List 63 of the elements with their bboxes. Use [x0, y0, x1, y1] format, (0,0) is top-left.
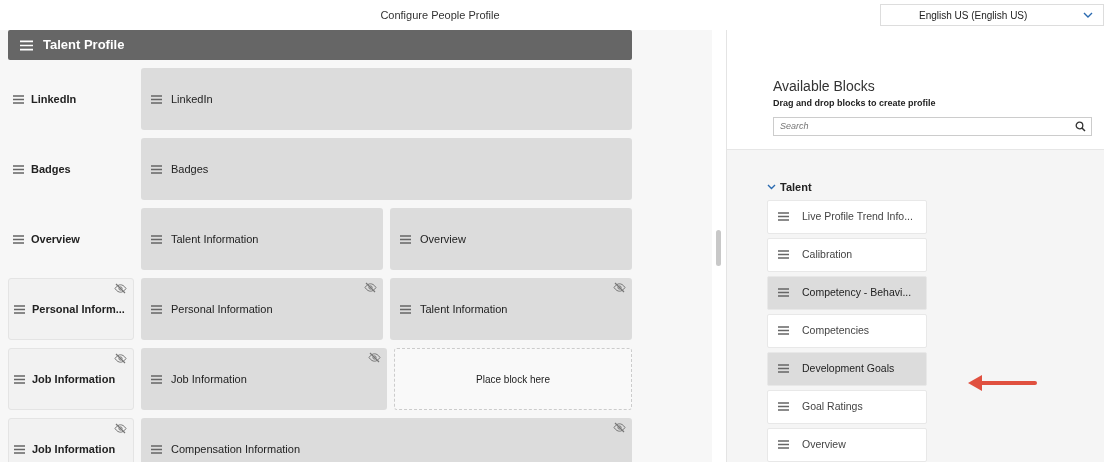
profile-block[interactable]: Compensation Information: [141, 418, 632, 462]
drag-handle-icon[interactable]: [151, 234, 162, 244]
pointer-arrow: [967, 374, 1037, 393]
hidden-icon[interactable]: [114, 423, 127, 434]
row-label[interactable]: Job Information: [8, 418, 134, 462]
drag-handle-icon[interactable]: [778, 250, 789, 259]
drag-handle-icon[interactable]: [400, 234, 411, 244]
block-item[interactable]: Development Goals: [767, 351, 927, 386]
drag-handle-icon[interactable]: [14, 444, 25, 454]
row-label[interactable]: LinkedIn: [8, 68, 134, 130]
drag-handle-icon[interactable]: [14, 374, 25, 384]
scrollbar[interactable]: [716, 230, 721, 266]
block-item[interactable]: Live Profile Trend Info...: [767, 199, 927, 234]
profile-block[interactable]: LinkedIn: [141, 68, 632, 130]
hidden-icon[interactable]: [114, 353, 127, 364]
page-title: Configure People Profile: [380, 7, 500, 23]
drag-handle-icon[interactable]: [13, 234, 24, 244]
profile-block[interactable]: Job Information: [141, 348, 387, 410]
profile-block[interactable]: Personal Information: [141, 278, 383, 340]
panel-title: Available Blocks: [773, 77, 876, 96]
drag-handle-icon[interactable]: [14, 304, 25, 314]
search-field[interactable]: Search: [773, 116, 1092, 136]
hidden-icon[interactable]: [613, 422, 626, 433]
row-label[interactable]: Personal Inform...: [8, 278, 134, 340]
panel-subtitle: Drag and drop blocks to create profile: [773, 97, 937, 110]
drag-handle-icon[interactable]: [151, 374, 162, 384]
group-toggle[interactable]: Talent: [767, 179, 927, 196]
row-label[interactable]: Badges: [8, 138, 134, 200]
hidden-icon[interactable]: [613, 282, 626, 293]
row-label[interactable]: Overview: [8, 208, 134, 270]
profile-block[interactable]: Talent Information: [390, 278, 632, 340]
drag-handle-icon[interactable]: [151, 164, 162, 174]
row-label[interactable]: Job Information: [8, 348, 134, 410]
drag-handle-icon[interactable]: [151, 304, 162, 314]
chevron-down-icon: [767, 184, 776, 191]
block-item[interactable]: Calibration: [767, 237, 927, 272]
chevron-down-icon: [1083, 12, 1093, 18]
profile-header: Talent Profile: [8, 30, 632, 60]
menu-icon[interactable]: [20, 39, 33, 51]
drag-handle-icon[interactable]: [151, 444, 162, 454]
drop-zone[interactable]: Place block here: [394, 348, 632, 410]
profile-block[interactable]: Talent Information: [141, 208, 383, 270]
hidden-icon[interactable]: [114, 283, 127, 294]
drag-handle-icon[interactable]: [13, 164, 24, 174]
profile-block[interactable]: Badges: [141, 138, 632, 200]
drag-handle-icon[interactable]: [400, 304, 411, 314]
block-item[interactable]: Competency - Behavi...: [767, 275, 927, 310]
search-icon: [1075, 120, 1086, 132]
drag-handle-icon[interactable]: [778, 440, 789, 449]
drag-handle-icon[interactable]: [151, 94, 162, 104]
drag-handle-icon[interactable]: [778, 288, 789, 297]
block-item[interactable]: Overview: [767, 427, 927, 462]
drag-handle-icon[interactable]: [778, 364, 789, 373]
drag-handle-icon[interactable]: [778, 326, 789, 335]
drag-handle-icon[interactable]: [778, 402, 789, 411]
language-select[interactable]: English US (English US): [880, 4, 1104, 26]
drag-handle-icon[interactable]: [778, 212, 789, 221]
drag-handle-icon[interactable]: [13, 94, 24, 104]
block-item[interactable]: Goal Ratings: [767, 389, 927, 424]
hidden-icon[interactable]: [364, 282, 377, 293]
profile-block[interactable]: Overview: [390, 208, 632, 270]
hidden-icon[interactable]: [368, 352, 381, 363]
block-item[interactable]: Competencies: [767, 313, 927, 348]
